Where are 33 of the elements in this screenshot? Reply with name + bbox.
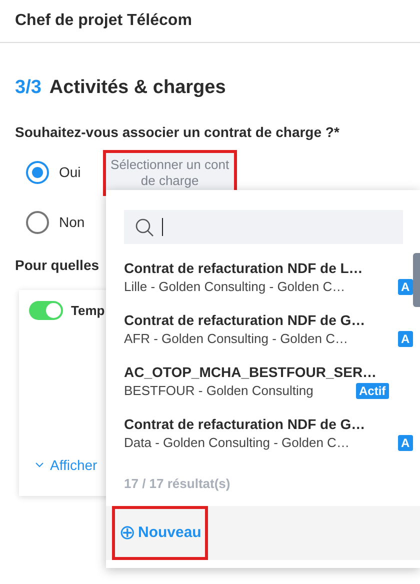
radio-button[interactable] xyxy=(26,211,49,234)
radio-label: Oui xyxy=(59,163,81,182)
scrollbar[interactable] xyxy=(413,253,420,307)
contract-subtitle: Data - Golden Consulting - Golden C… xyxy=(124,434,350,452)
status-badge: A xyxy=(398,331,413,347)
toggle-label: Temp xyxy=(71,302,105,320)
contract-subtitle: Lille - Golden Consulting - Golden C… xyxy=(124,278,346,296)
toggle-switch[interactable] xyxy=(29,300,63,320)
contract-option[interactable]: AC_OTOP_MCHA_BESTFOUR_SER… BESTFOUR - Golden Consulting Actif xyxy=(124,362,420,400)
results-count: 17 / 17 résultat(s) xyxy=(124,476,230,491)
contract-option[interactable]: Contrat de refacturation NDF de G… AFR - Golden Consulting - Golden C… A xyxy=(124,310,420,348)
chevron-down-icon xyxy=(35,462,44,468)
section-title: Activités & charges xyxy=(49,76,226,100)
contract-option[interactable]: Contrat de refacturation NDF de G… Data - Golden Consulting - Golden C… A xyxy=(124,414,420,452)
search-field[interactable] xyxy=(124,210,403,244)
contract-subtitle: BESTFOUR - Golden Consulting xyxy=(124,382,314,400)
question-label: Souhaitez-vous associer un contrat de charge ?* xyxy=(15,124,340,140)
status-badge: A xyxy=(398,435,413,451)
question-label: Pour quelles xyxy=(15,256,100,272)
page-title: Chef de projet Télécom xyxy=(15,11,192,31)
contract-title: AC_OTOP_MCHA_BESTFOUR_SER… xyxy=(124,363,377,382)
contract-title: Contrat de refacturation NDF de G… xyxy=(124,311,366,330)
text-cursor xyxy=(162,218,163,236)
radio-label: Non xyxy=(59,213,85,232)
contract-option[interactable]: Contrat de refacturation NDF de L… Lille - Golden Consulting - Golden C… A xyxy=(124,258,420,296)
contract-subtitle: AFR - Golden Consulting - Golden C… xyxy=(124,330,348,348)
step-counter: 3/3 xyxy=(15,76,42,100)
contract-title: Contrat de refacturation NDF de L… xyxy=(124,259,363,278)
radio-button[interactable] xyxy=(26,161,49,184)
contract-title: Contrat de refacturation NDF de G… xyxy=(124,415,366,434)
search-icon xyxy=(135,218,154,236)
status-badge: A xyxy=(398,279,413,295)
status-badge: Actif xyxy=(356,383,389,399)
